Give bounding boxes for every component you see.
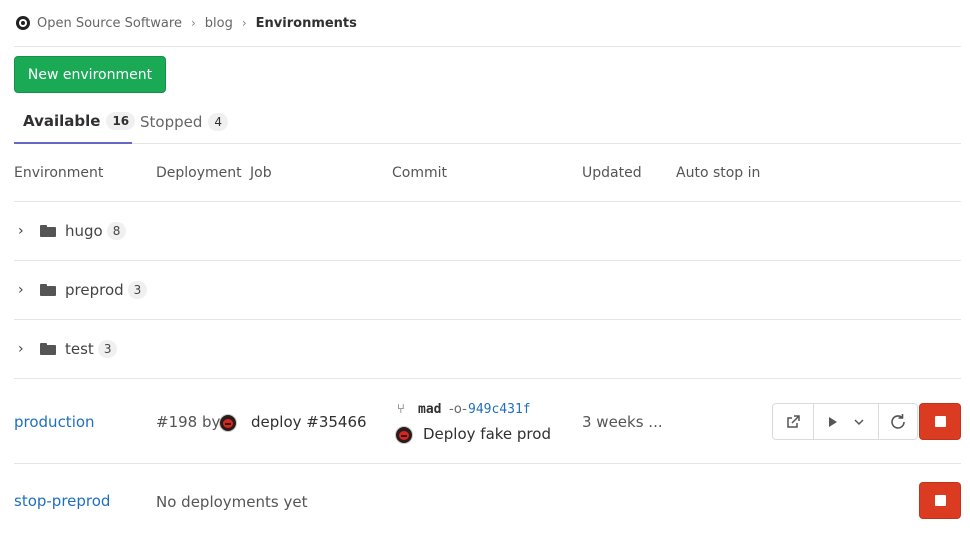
- tab-stopped-label: Stopped: [140, 113, 203, 131]
- environment-link-stop-preprod[interactable]: stop-preprod: [14, 492, 110, 510]
- folder-name: hugo: [65, 222, 103, 240]
- commit-author-avatar[interactable]: [395, 426, 413, 444]
- chevron-right-icon[interactable]: ›: [18, 223, 28, 239]
- tab-available-label: Available: [23, 112, 101, 130]
- redeploy-button[interactable]: [878, 403, 918, 440]
- chevron-right-icon: ›: [241, 16, 247, 30]
- folder-count: 3: [127, 281, 148, 299]
- breadcrumb-project-link[interactable]: blog: [205, 16, 233, 31]
- header-updated: Updated: [582, 165, 642, 181]
- header-auto-stop: Auto stop in: [676, 165, 761, 181]
- branch-link[interactable]: mad: [418, 402, 441, 417]
- folder-name: test: [65, 340, 94, 358]
- header-commit: Commit: [392, 165, 447, 181]
- environment-tabs: Available 16 Stopped 4: [14, 100, 961, 144]
- breadcrumb-current[interactable]: Environments: [256, 16, 357, 31]
- breadcrumb-group-link[interactable]: Open Source Software: [37, 16, 182, 31]
- updated-time: 3 weeks ...: [582, 413, 663, 431]
- folder-icon: [40, 343, 56, 355]
- deployment-id: #198 by: [156, 413, 221, 431]
- breadcrumb: Open Source Software › blog › Environmen…: [14, 0, 961, 47]
- chevron-down-icon: [854, 418, 864, 425]
- user-avatar[interactable]: [219, 414, 237, 432]
- no-deployments-text: No deployments yet: [156, 493, 308, 511]
- tab-available-count: 16: [106, 112, 136, 130]
- stop-icon: [934, 416, 946, 427]
- deploy-actions-dropdown[interactable]: [813, 403, 879, 440]
- tab-available[interactable]: Available 16: [14, 100, 136, 144]
- stop-environment-button[interactable]: [919, 482, 961, 519]
- redeploy-icon: [891, 413, 905, 429]
- job-link[interactable]: deploy #35466: [251, 413, 367, 431]
- group-avatar-icon: [16, 16, 30, 30]
- tab-stopped-count: 4: [208, 113, 229, 131]
- environment-link-production[interactable]: production: [14, 413, 95, 431]
- tab-stopped[interactable]: Stopped 4: [140, 100, 229, 144]
- environment-row-stop-preprod: stop-preprod No deployments yet: [14, 465, 961, 537]
- commit-icon: -o-: [449, 402, 467, 417]
- folder-row-hugo[interactable]: › hugo 8: [14, 202, 961, 261]
- chevron-right-icon: ›: [190, 16, 196, 30]
- environment-row-production: production #198 by deploy #35466 ⑂ mad -…: [14, 380, 961, 464]
- folder-count: 3: [97, 340, 118, 358]
- commit-title-link[interactable]: Deploy fake prod: [423, 425, 551, 443]
- play-icon: [829, 416, 837, 427]
- header-job: Job: [250, 165, 272, 181]
- open-external-button[interactable]: [772, 403, 814, 440]
- folder-row-test[interactable]: › test 3: [14, 320, 961, 379]
- table-header: Environment Deployment Job Commit Update…: [14, 145, 961, 202]
- chevron-right-icon[interactable]: ›: [18, 341, 28, 357]
- folder-icon: [40, 225, 56, 237]
- external-link-icon: [787, 414, 800, 428]
- commit-sha-link[interactable]: 949c431f: [468, 402, 531, 417]
- branch-icon: ⑂: [397, 402, 405, 417]
- chevron-right-icon[interactable]: ›: [18, 282, 28, 298]
- stop-icon: [934, 495, 946, 506]
- header-environment: Environment: [14, 165, 104, 181]
- folder-name: preprod: [65, 281, 124, 299]
- folder-count: 8: [106, 222, 127, 240]
- new-environment-button[interactable]: New environment: [14, 56, 166, 93]
- folder-icon: [40, 284, 56, 296]
- stop-environment-button[interactable]: [919, 403, 961, 440]
- environment-actions: [772, 403, 918, 440]
- folder-row-preprod[interactable]: › preprod 3: [14, 261, 961, 320]
- header-deployment: Deployment: [156, 165, 242, 181]
